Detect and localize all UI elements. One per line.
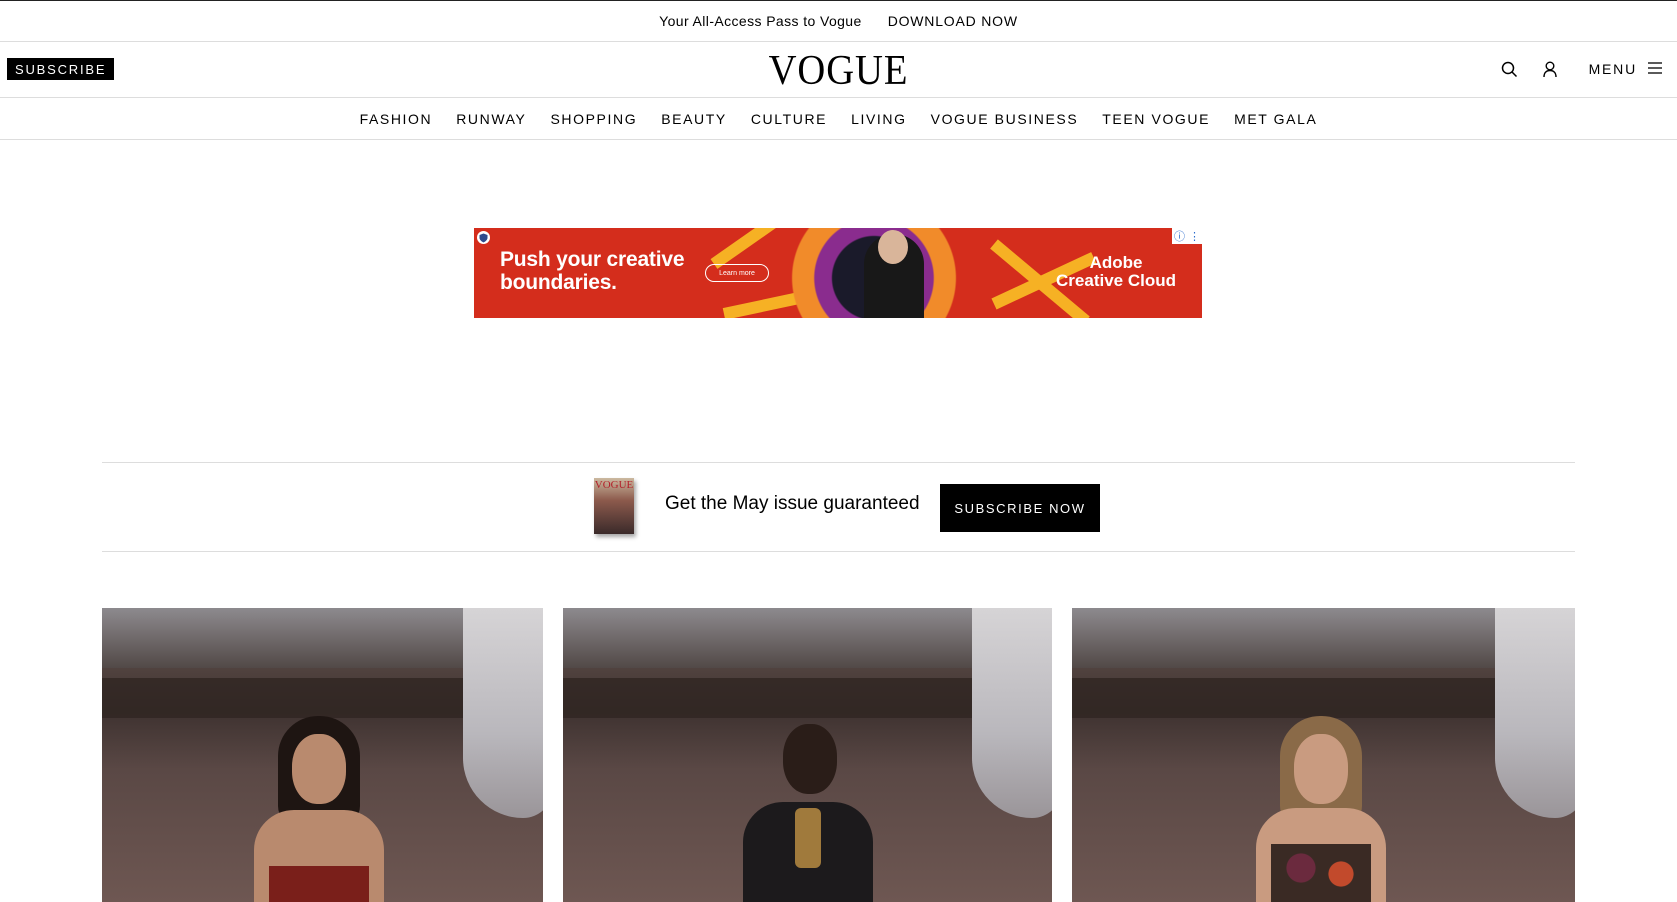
menu-label: MENU bbox=[1588, 61, 1637, 77]
more-options-icon[interactable]: ⋮ bbox=[1189, 230, 1200, 243]
promo-bar: Your All-Access Pass to Vogue DOWNLOAD N… bbox=[0, 0, 1677, 42]
main-nav: FASHION RUNWAY SHOPPING BEAUTY CULTURE L… bbox=[0, 98, 1677, 140]
search-icon[interactable] bbox=[1497, 56, 1523, 82]
nav-item-living[interactable]: LIVING bbox=[851, 111, 907, 127]
nav-item-vogue-business[interactable]: VOGUE BUSINESS bbox=[931, 111, 1079, 127]
nav-item-runway[interactable]: RUNWAY bbox=[456, 111, 526, 127]
ad-headline-line2: boundaries. bbox=[500, 271, 617, 294]
card-background bbox=[972, 608, 1052, 818]
hamburger-icon bbox=[1647, 61, 1663, 77]
nav-item-beauty[interactable]: BEAUTY bbox=[661, 111, 727, 127]
nav-item-shopping[interactable]: SHOPPING bbox=[550, 111, 637, 127]
ad-brand: Adobe Creative Cloud bbox=[1056, 254, 1176, 290]
nav-item-fashion[interactable]: FASHION bbox=[360, 111, 433, 127]
model-face bbox=[783, 724, 837, 794]
runway-look-card[interactable] bbox=[102, 608, 543, 902]
runway-look-card[interactable] bbox=[563, 608, 1052, 902]
download-now-link[interactable]: DOWNLOAD NOW bbox=[888, 13, 1018, 29]
model-necklace bbox=[795, 808, 821, 868]
magazine-cover[interactable]: VOGUE bbox=[594, 478, 634, 534]
ad-headline: Push your creative boundaries. bbox=[500, 248, 685, 294]
card-background bbox=[463, 608, 543, 818]
ad-person-head bbox=[878, 230, 908, 264]
ad-brand-line2: Creative Cloud bbox=[1056, 271, 1176, 290]
ad-headline-line1: Push your creative bbox=[500, 248, 685, 271]
ad-learn-more-button[interactable]: Learn more bbox=[705, 264, 769, 282]
header-tools: MENU bbox=[1483, 56, 1663, 82]
ad-brand-line1: Adobe bbox=[1089, 253, 1143, 272]
shield-icon bbox=[477, 231, 490, 244]
subscription-strip: VOGUE Get the May issue guaranteed SUBSC… bbox=[102, 462, 1575, 552]
ad-banner[interactable]: Push your creative boundaries. Learn mor… bbox=[474, 228, 1202, 318]
model-face bbox=[1294, 734, 1348, 804]
nav-item-culture[interactable]: CULTURE bbox=[751, 111, 827, 127]
promo-text: Your All-Access Pass to Vogue bbox=[659, 13, 862, 29]
vogue-logo[interactable]: VOGUE bbox=[67, 47, 1610, 95]
nav-item-teen-vogue[interactable]: TEEN VOGUE bbox=[1102, 111, 1210, 127]
info-icon[interactable]: ⓘ bbox=[1174, 228, 1185, 244]
nav-item-met-gala[interactable]: MET GALA bbox=[1234, 111, 1317, 127]
card-background bbox=[1495, 608, 1575, 818]
user-icon[interactable] bbox=[1537, 56, 1563, 82]
model-face bbox=[292, 734, 346, 804]
runway-look-card[interactable] bbox=[1072, 608, 1575, 902]
ad-choices[interactable]: ⓘ ⋮ bbox=[1172, 228, 1202, 244]
model-outfit bbox=[1271, 844, 1371, 902]
masthead: SUBSCRIBE VOGUE MENU bbox=[0, 42, 1677, 98]
model-outfit bbox=[269, 866, 369, 902]
runway-gallery bbox=[102, 608, 1575, 902]
menu-button[interactable]: MENU bbox=[1589, 61, 1663, 77]
magazine-cover-title: VOGUE bbox=[594, 479, 634, 491]
subscribe-now-button[interactable]: SUBSCRIBE NOW bbox=[940, 484, 1100, 532]
subscription-text: Get the May issue guaranteed bbox=[665, 493, 920, 514]
